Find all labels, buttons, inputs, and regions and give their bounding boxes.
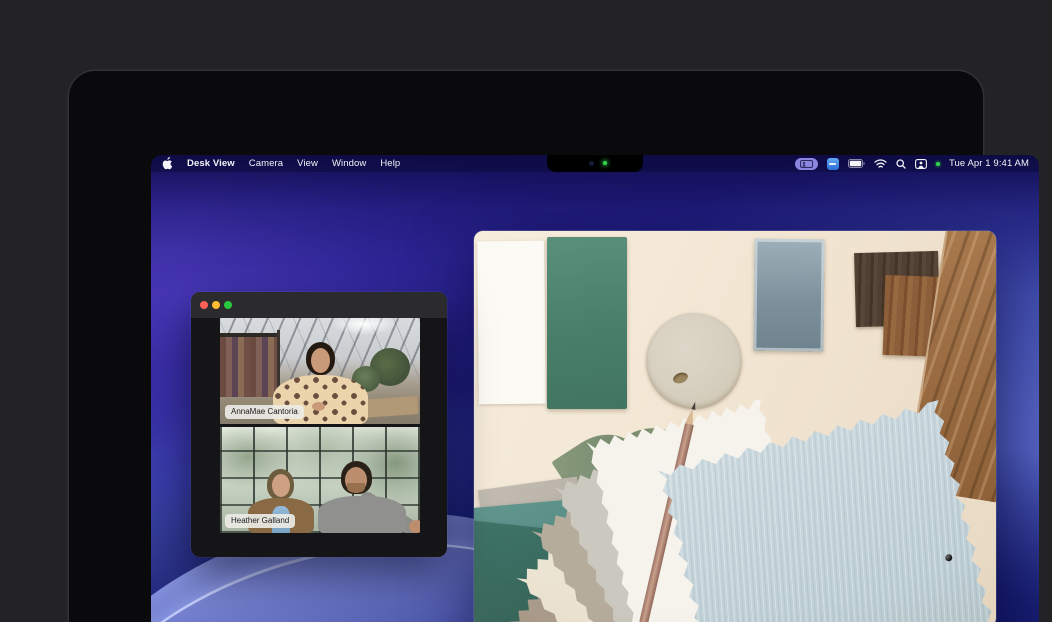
participant-name-badge: Heather Galland (225, 514, 295, 529)
menu-window[interactable]: Window (332, 158, 366, 169)
minimize-button[interactable] (212, 301, 220, 309)
hand (312, 402, 325, 411)
menu-bar-status: Tue Apr 1 9:41 AM (795, 155, 1029, 172)
fast-user-switching-icon[interactable] (915, 159, 927, 169)
video-tile-heather: Heather Galland (220, 427, 420, 533)
menu-bar-clock[interactable]: Tue Apr 1 9:41 AM (949, 158, 1029, 169)
blue-glazed-tile (753, 239, 824, 352)
camera-lens (589, 161, 594, 166)
desk-view-active-icon[interactable] (795, 158, 818, 170)
zoom-button[interactable] (224, 301, 232, 309)
video-tiles: AnnaMae Cantoria (220, 318, 420, 533)
battery-icon[interactable] (848, 159, 865, 168)
menu-app-name[interactable]: Desk View (187, 158, 235, 169)
face (345, 467, 367, 493)
camera-led-icon (603, 161, 607, 165)
macbook-bezel: AnnaMae Cantoria (69, 71, 983, 622)
close-button[interactable] (200, 301, 208, 309)
desk-view-app-icon[interactable] (827, 158, 839, 170)
video-call-window: AnnaMae Cantoria (191, 292, 447, 557)
macbook-screen: AnnaMae Cantoria (151, 155, 1039, 622)
wifi-icon[interactable] (874, 159, 887, 169)
apple-logo-icon[interactable] (162, 157, 173, 170)
face (272, 474, 290, 497)
gray-shirt (318, 496, 406, 533)
traffic-lights (200, 301, 232, 309)
white-paper-swatch (477, 241, 546, 405)
video-tile-annamae: AnnaMae Cantoria (220, 318, 420, 424)
felt-disc (646, 313, 742, 409)
participant-man (316, 461, 408, 533)
video-call-titlebar[interactable] (191, 292, 447, 318)
felt-disc-hole (672, 371, 690, 386)
marketing-canvas: AnnaMae Cantoria (0, 0, 1052, 622)
display-notch (547, 155, 643, 172)
hand (409, 520, 420, 533)
search-icon[interactable] (896, 159, 906, 169)
teal-tile (547, 237, 627, 409)
desk-view-window[interactable] (474, 231, 996, 622)
face (311, 348, 330, 373)
menu-camera[interactable]: Camera (249, 158, 283, 169)
fabric-grommet (945, 553, 953, 561)
menu-help[interactable]: Help (380, 158, 400, 169)
camera-in-use-dot (936, 162, 940, 166)
menu-bar-left: Desk View Camera View Window Help (151, 157, 400, 170)
menu-view[interactable]: View (297, 158, 318, 169)
participant-name-badge: AnnaMae Cantoria (225, 405, 304, 420)
